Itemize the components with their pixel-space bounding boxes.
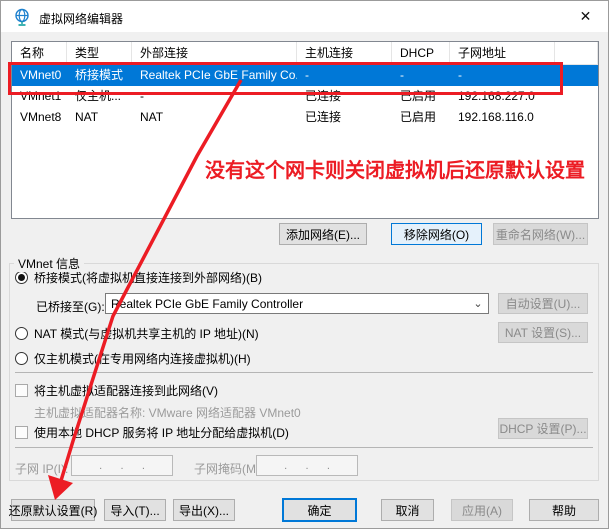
help-button[interactable]: 帮助 xyxy=(529,499,599,521)
divider xyxy=(15,372,593,373)
ok-button[interactable]: 确定 xyxy=(282,498,357,522)
title-bar: 虚拟网络编辑器 ✕ xyxy=(1,1,608,32)
checkbox-icon xyxy=(15,426,28,439)
connect-host-adapter-checkbox: 将主机虚拟适配器连接到此网络(V) xyxy=(15,383,218,397)
chevron-down-icon: ⌄ xyxy=(468,297,488,310)
window-title: 虚拟网络编辑器 xyxy=(39,10,123,27)
subnet-ip-input: . . . xyxy=(71,455,173,476)
radio-icon xyxy=(15,352,28,365)
annotation-highlight-box xyxy=(8,62,563,95)
restore-defaults-button[interactable]: 还原默认设置(R) xyxy=(11,499,95,521)
col-header-name[interactable]: 名称 xyxy=(12,42,67,64)
nat-settings-button: NAT 设置(S)... xyxy=(498,322,588,343)
add-network-button[interactable]: 添加网络(E)... xyxy=(279,223,367,245)
divider xyxy=(15,447,593,448)
host-adapter-name-note: 主机虚拟适配器名称: VMware 网络适配器 VMnet0 xyxy=(34,404,301,421)
cancel-button[interactable]: 取消 xyxy=(381,499,434,521)
annotation-text: 没有这个网卡则关闭虚拟机后还原默认设置 xyxy=(205,154,585,183)
vmnet-info-group-title: VMnet 信息 xyxy=(14,255,84,272)
apply-button: 应用(A) xyxy=(451,499,513,521)
nat-mode-radio[interactable]: NAT 模式(与虚拟机共享主机的 IP 地址)(N) xyxy=(15,326,259,340)
virtual-network-editor-window: 虚拟网络编辑器 ✕ 名称 类型 外部连接 主机连接 DHCP 子网地址 VMne… xyxy=(0,0,609,529)
radio-selected-icon xyxy=(15,271,28,284)
close-icon[interactable]: ✕ xyxy=(563,1,608,32)
use-local-dhcp-checkbox: 使用本地 DHCP 服务将 IP 地址分配给虚拟机(D) xyxy=(15,425,289,439)
subnet-ip-label: 子网 IP(I): xyxy=(15,460,68,477)
table-row-vmnet8[interactable]: VMnet8 NAT NAT 已连接 已启用 192.168.116.0 xyxy=(12,107,598,128)
col-header-hostconn[interactable]: 主机连接 xyxy=(297,42,392,64)
col-header-dhcp[interactable]: DHCP xyxy=(392,42,450,64)
subnet-mask-label: 子网掩码(M): xyxy=(194,460,263,477)
auto-settings-button: 自动设置(U)... xyxy=(498,293,588,314)
network-globe-icon xyxy=(13,8,31,26)
host-only-mode-radio[interactable]: 仅主机模式(在专用网络内连接虚拟机)(H) xyxy=(15,351,251,365)
col-header-subnet[interactable]: 子网地址 xyxy=(450,42,555,64)
bridged-to-dropdown[interactable]: Realtek PCIe GbE Family Controller ⌄ xyxy=(105,293,489,314)
checkbox-icon xyxy=(15,384,28,397)
col-header-external[interactable]: 外部连接 xyxy=(132,42,297,64)
rename-network-button: 重命名网络(W)... xyxy=(493,223,588,245)
subnet-mask-input: . . . xyxy=(256,455,358,476)
dhcp-settings-button: DHCP 设置(P)... xyxy=(498,418,588,439)
radio-icon xyxy=(15,327,28,340)
col-header-type[interactable]: 类型 xyxy=(67,42,132,64)
import-button[interactable]: 导入(T)... xyxy=(104,499,166,521)
remove-network-button[interactable]: 移除网络(O) xyxy=(391,223,482,245)
bridged-mode-radio[interactable]: 桥接模式(将虚拟机直接连接到外部网络)(B) xyxy=(15,270,262,284)
export-button[interactable]: 导出(X)... xyxy=(173,499,235,521)
bridged-to-value: Realtek PCIe GbE Family Controller xyxy=(106,297,468,311)
bridged-to-label: 已桥接至(G): xyxy=(36,298,105,315)
